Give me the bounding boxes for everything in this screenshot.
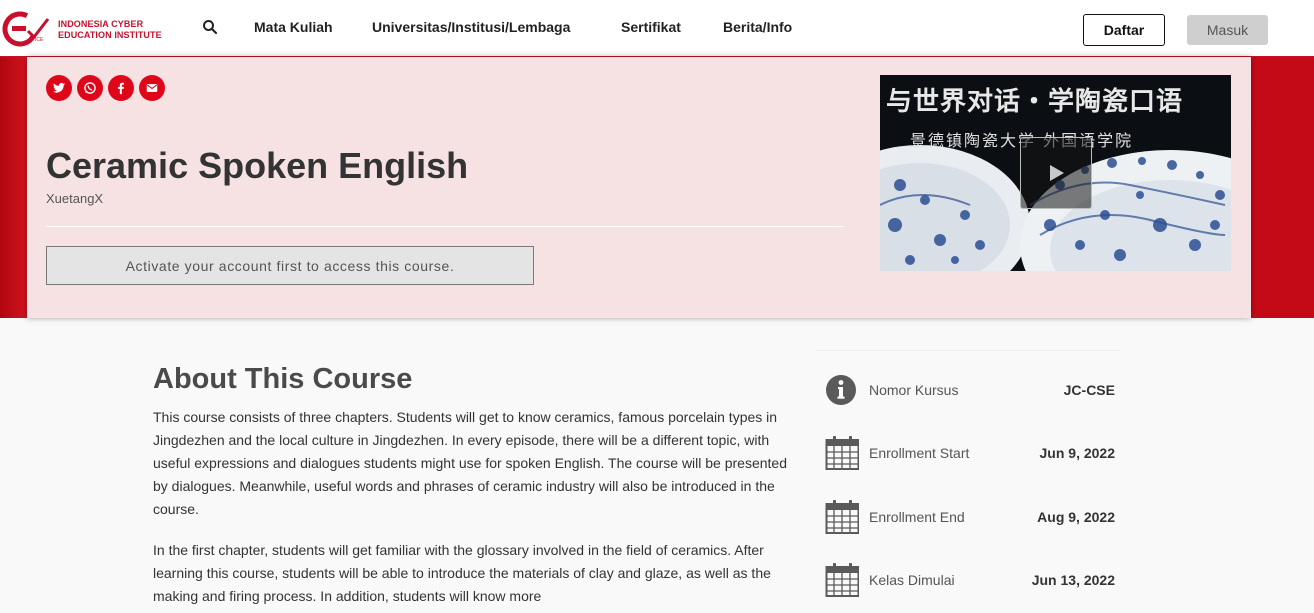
register-button[interactable]: Daftar <box>1083 14 1165 46</box>
course-video-player[interactable]: 与世界对话・学陶瓷口语 景德镇陶瓷大学 外国语学院 <box>880 75 1231 271</box>
info-row-enrollment-end: Enrollment End Aug 9, 2022 <box>825 499 1117 535</box>
nav-link-sertifikat[interactable]: Sertifikat <box>621 19 681 35</box>
hero-divider <box>46 226 844 227</box>
facebook-icon <box>118 82 124 95</box>
share-buttons <box>46 75 165 101</box>
about-paragraph-2: In the first chapter, students will get … <box>153 542 771 604</box>
about-heading: About This Course <box>153 363 413 395</box>
nav-link-berita[interactable]: Berita/Info <box>723 19 792 35</box>
logo-line-1: INDONESIA CYBER <box>58 19 144 29</box>
calendar-icon <box>825 500 859 534</box>
envelope-icon <box>146 84 158 92</box>
info-row-course-number: Nomor Kursus JC-CSE <box>825 372 1117 408</box>
info-value: Jun 13, 2022 <box>1031 572 1115 588</box>
svg-text:ICE: ICE <box>35 37 44 43</box>
search-icon[interactable] <box>202 19 218 35</box>
calendar-icon <box>825 436 859 470</box>
course-organization: XuetangX <box>46 191 104 206</box>
about-paragraph-1: This course consists of three chapters. … <box>153 409 788 517</box>
info-row-class-start: Kelas Dimulai Jun 13, 2022 <box>825 562 1117 598</box>
play-button[interactable] <box>1020 137 1092 209</box>
info-row-enrollment-start: Enrollment Start Jun 9, 2022 <box>825 435 1117 471</box>
ice-logo-icon: ICE <box>2 11 50 47</box>
info-label: Nomor Kursus <box>869 382 959 398</box>
play-icon <box>1050 165 1064 181</box>
info-label: Enrollment End <box>869 509 965 525</box>
whatsapp-share-button[interactable] <box>77 75 103 101</box>
nav-link-mata-kuliah[interactable]: Mata Kuliah <box>254 19 333 35</box>
info-value: JC-CSE <box>1063 382 1115 398</box>
logo-line-2: EDUCATION INSTITUTE <box>58 30 162 40</box>
login-button[interactable]: Masuk <box>1187 15 1268 45</box>
email-share-button[interactable] <box>139 75 165 101</box>
info-label: Enrollment Start <box>869 445 970 461</box>
video-title-text: 与世界对话・学陶瓷口语 <box>886 87 1184 117</box>
nav-link-universitas[interactable]: Universitas/Institusi/Lembaga <box>372 19 570 35</box>
activate-account-notice[interactable]: Activate your account first to access th… <box>46 246 534 285</box>
twitter-icon <box>52 82 66 93</box>
whatsapp-icon <box>84 82 96 94</box>
top-navbar: ICE INDONESIA CYBER EDUCATION INSTITUTE … <box>0 0 1314 57</box>
twitter-share-button[interactable] <box>46 75 72 101</box>
logo-text: INDONESIA CYBER EDUCATION INSTITUTE <box>58 19 162 41</box>
calendar-icon <box>825 563 859 597</box>
info-circle-icon <box>826 375 856 405</box>
course-title: Ceramic Spoken English <box>46 145 469 186</box>
info-label: Kelas Dimulai <box>869 572 955 588</box>
facebook-share-button[interactable] <box>108 75 134 101</box>
info-value: Aug 9, 2022 <box>1037 509 1115 525</box>
info-value: Jun 9, 2022 <box>1039 445 1116 461</box>
site-logo[interactable]: ICE INDONESIA CYBER EDUCATION INSTITUTE <box>0 8 175 50</box>
